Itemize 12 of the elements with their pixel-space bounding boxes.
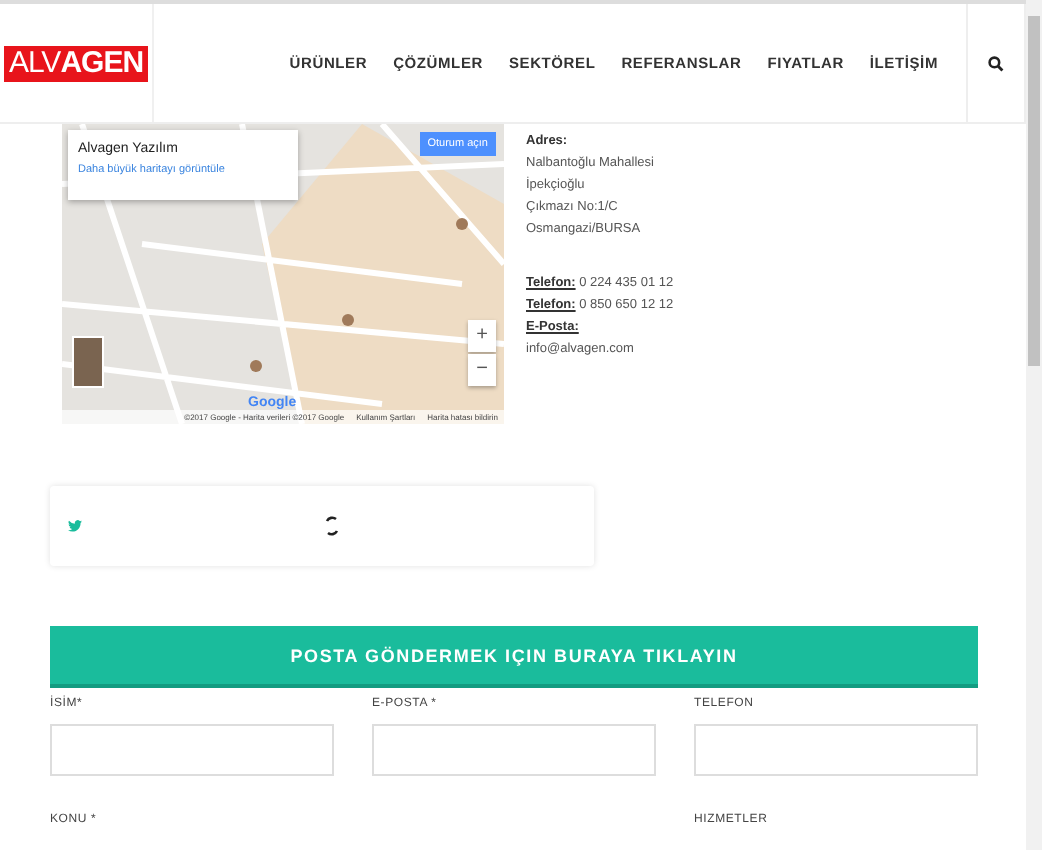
twitter-icon[interactable] — [68, 520, 82, 532]
satellite-thumbnail[interactable] — [72, 336, 104, 388]
zoom-in-button[interactable]: + — [468, 320, 496, 352]
input-field[interactable] — [50, 724, 334, 776]
input-field[interactable] — [694, 724, 978, 776]
loading-spinner-icon — [324, 514, 340, 538]
scrollbar[interactable] — [1026, 0, 1042, 850]
zoom-out-button[interactable]: − — [468, 354, 496, 386]
search-button[interactable] — [966, 4, 1026, 122]
logo[interactable]: ALVAGEN — [4, 45, 148, 81]
search-icon — [988, 55, 1004, 71]
input-field[interactable] — [372, 724, 656, 776]
